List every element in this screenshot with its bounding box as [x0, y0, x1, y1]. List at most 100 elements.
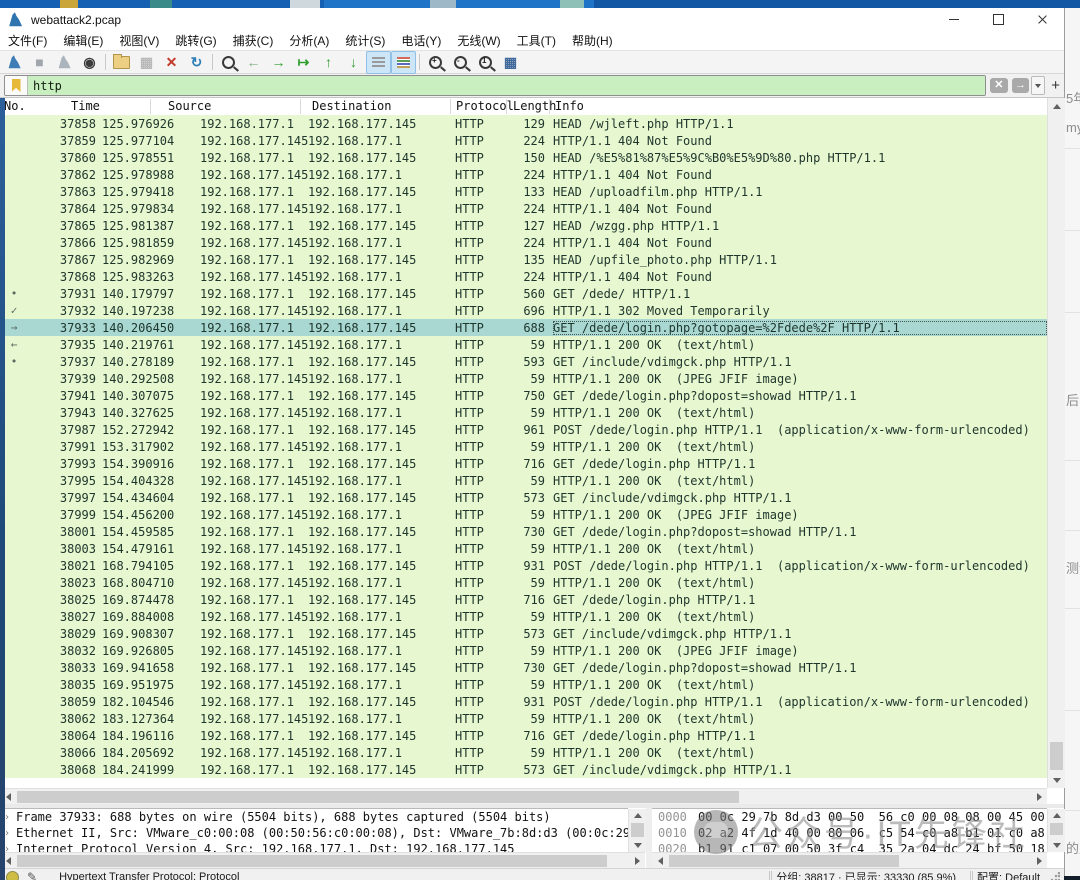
detail-line[interactable]: ›Frame 37933: 688 bytes on wire (5504 bi…	[0, 809, 628, 825]
packet-row[interactable]: 37939140.292508192.168.177.145192.168.17…	[0, 370, 1047, 387]
packet-row[interactable]: 37987152.272942192.168.177.1192.168.177.…	[0, 421, 1047, 438]
packet-row[interactable]: ←37935140.219761192.168.177.145192.168.1…	[0, 336, 1047, 353]
filter-dropdown-button[interactable]	[1031, 76, 1045, 95]
details-vscrollbar[interactable]	[628, 809, 646, 852]
title-bar[interactable]: webattack2.pcap	[0, 8, 1064, 31]
packet-row[interactable]: 37868125.983263192.168.177.145192.168.17…	[0, 268, 1047, 285]
hex-hscrollbar[interactable]	[652, 852, 1047, 869]
scroll-right-button[interactable]	[1031, 853, 1047, 869]
maximize-button[interactable]	[976, 8, 1020, 31]
hex-line[interactable]: 001002 a2 4f 1d 40 00 80 06 c5 54 c0 a8 …	[652, 825, 1047, 841]
packet-row[interactable]: 38062183.127364192.168.177.145192.168.17…	[0, 710, 1047, 727]
menu-item[interactable]: 电话(Y)	[393, 30, 449, 51]
column-divider[interactable]	[150, 99, 151, 114]
packet-row[interactable]: 37865125.981387192.168.177.1192.168.177.…	[0, 217, 1047, 234]
packet-row[interactable]: 38035169.951975192.168.177.145192.168.17…	[0, 676, 1047, 693]
expander-chevron-icon[interactable]: ›	[4, 828, 16, 839]
column-header-info[interactable]: Info	[555, 99, 584, 113]
packet-row[interactable]: ✓37932140.197238192.168.177.145192.168.1…	[0, 302, 1047, 319]
reload-icon[interactable]: ↻	[184, 51, 209, 74]
expert-info-icon[interactable]	[6, 871, 19, 880]
find-packet-icon[interactable]	[216, 51, 241, 74]
packet-row[interactable]: 38001154.459585192.168.177.1192.168.177.…	[0, 523, 1047, 540]
packet-row[interactable]: 37999154.456200192.168.177.145192.168.17…	[0, 506, 1047, 523]
zoom-out-icon[interactable]: -	[448, 51, 473, 74]
packet-row[interactable]: 37997154.434604192.168.177.1192.168.177.…	[0, 489, 1047, 506]
packet-row[interactable]: 38003154.479161192.168.177.145192.168.17…	[0, 540, 1047, 557]
scroll-down-button[interactable]	[1048, 839, 1065, 852]
go-top-icon[interactable]: ↑	[316, 51, 341, 74]
vscroll-thumb[interactable]	[1050, 742, 1063, 770]
packet-row[interactable]: 38029169.908307192.168.177.1192.168.177.…	[0, 625, 1047, 642]
column-divider[interactable]	[300, 99, 301, 114]
menu-item[interactable]: 统计(S)	[337, 30, 393, 51]
restart-capture-icon[interactable]	[52, 51, 77, 74]
menu-item[interactable]: 帮助(H)	[564, 30, 621, 51]
packet-row[interactable]: 37941140.307075192.168.177.1192.168.177.…	[0, 387, 1047, 404]
filter-bookmark-button[interactable]	[5, 76, 28, 95]
packet-row[interactable]: 37860125.978551192.168.177.1192.168.177.…	[0, 149, 1047, 166]
save-file-icon[interactable]: ▦	[134, 51, 159, 74]
menu-item[interactable]: 文件(F)	[0, 30, 55, 51]
expander-chevron-icon[interactable]: ›	[4, 812, 16, 823]
packet-row[interactable]: 38023168.804710192.168.177.145192.168.17…	[0, 574, 1047, 591]
detail-line[interactable]: ›Ethernet II, Src: VMware_c0:00:08 (00:5…	[0, 825, 628, 841]
packet-row[interactable]: 37991153.317902192.168.177.145192.168.17…	[0, 438, 1047, 455]
packet-row[interactable]: 38064184.196116192.168.177.1192.168.177.…	[0, 727, 1047, 744]
resize-columns-icon[interactable]: ▦	[498, 51, 523, 74]
packet-row[interactable]: 37859125.977104192.168.177.145192.168.17…	[0, 132, 1047, 149]
packet-row[interactable]: 37995154.404328192.168.177.145192.168.17…	[0, 472, 1047, 489]
packet-list-vscrollbar[interactable]	[1047, 98, 1065, 788]
packet-row[interactable]: 37943140.327625192.168.177.145192.168.17…	[0, 404, 1047, 421]
packet-row[interactable]: 37858125.976926192.168.177.1192.168.177.…	[0, 115, 1047, 132]
scroll-right-button[interactable]	[1031, 789, 1047, 805]
packet-row[interactable]: 38066184.205692192.168.177.145192.168.17…	[0, 744, 1047, 761]
packet-row[interactable]: 37866125.981859192.168.177.145192.168.17…	[0, 234, 1047, 251]
packet-list-hscrollbar[interactable]	[0, 788, 1047, 805]
capture-options-icon[interactable]: ◉	[77, 51, 102, 74]
scroll-up-button[interactable]	[1048, 98, 1065, 114]
hscroll-thumb[interactable]	[17, 855, 607, 867]
column-divider[interactable]	[450, 99, 451, 114]
stop-capture-icon[interactable]: ■	[27, 51, 52, 74]
capture-comment-icon[interactable]: ✎	[27, 870, 37, 880]
packet-row[interactable]: 38021168.794105192.168.177.1192.168.177.…	[0, 557, 1047, 574]
column-header-destination[interactable]: Destination	[312, 99, 391, 113]
column-divider[interactable]	[549, 99, 550, 114]
packet-row[interactable]: 37867125.982969192.168.177.1192.168.177.…	[0, 251, 1047, 268]
resize-grip[interactable]	[1050, 872, 1060, 880]
packet-row[interactable]: 37864125.979834192.168.177.145192.168.17…	[0, 200, 1047, 217]
filter-add-button[interactable]: +	[1051, 77, 1060, 94]
profile-text[interactable]: 配置: Default	[977, 869, 1040, 880]
packet-row[interactable]: 37862125.978988192.168.177.145192.168.17…	[0, 166, 1047, 183]
close-file-icon[interactable]: ✕	[159, 51, 184, 74]
packet-row[interactable]: 38027169.884008192.168.177.145192.168.17…	[0, 608, 1047, 625]
scroll-right-button[interactable]	[629, 853, 645, 869]
go-back-icon[interactable]: ←	[241, 51, 266, 74]
zoom-in-icon[interactable]: +	[423, 51, 448, 74]
packet-row[interactable]: 38025169.874478192.168.177.1192.168.177.…	[0, 591, 1047, 608]
colorize-icon[interactable]	[391, 51, 416, 74]
packet-row[interactable]: 37863125.979418192.168.177.1192.168.177.…	[0, 183, 1047, 200]
close-button[interactable]	[1020, 8, 1064, 31]
scroll-up-button[interactable]	[629, 809, 646, 822]
column-header-source[interactable]: Source	[168, 99, 211, 113]
packet-row[interactable]: 37993154.390916192.168.177.1192.168.177.…	[0, 455, 1047, 472]
minimize-button[interactable]	[932, 8, 976, 31]
filter-clear-button[interactable]: ✕	[990, 78, 1008, 93]
packet-row[interactable]: 38068184.241999192.168.177.1192.168.177.…	[0, 761, 1047, 778]
zoom-100-icon[interactable]: 1	[473, 51, 498, 74]
display-filter-input[interactable]: http	[28, 76, 985, 95]
hscroll-thumb[interactable]	[669, 855, 899, 867]
go-forward-icon[interactable]: →	[266, 51, 291, 74]
menu-item[interactable]: 无线(W)	[449, 30, 508, 51]
column-header-time[interactable]: Time	[71, 99, 100, 113]
column-divider[interactable]	[506, 99, 507, 114]
packet-row[interactable]: 38059182.104546192.168.177.1192.168.177.…	[0, 693, 1047, 710]
hex-line[interactable]: 000000 0c 29 7b 8d d3 00 50 56 c0 00 08 …	[652, 809, 1047, 825]
menu-item[interactable]: 编辑(E)	[55, 30, 111, 51]
menu-item[interactable]: 捕获(C)	[225, 30, 282, 51]
packet-row[interactable]: •37937140.278189192.168.177.1192.168.177…	[0, 353, 1047, 370]
scroll-left-button[interactable]	[652, 853, 668, 869]
packet-row[interactable]: →37933140.206450192.168.177.1192.168.177…	[0, 319, 1047, 336]
